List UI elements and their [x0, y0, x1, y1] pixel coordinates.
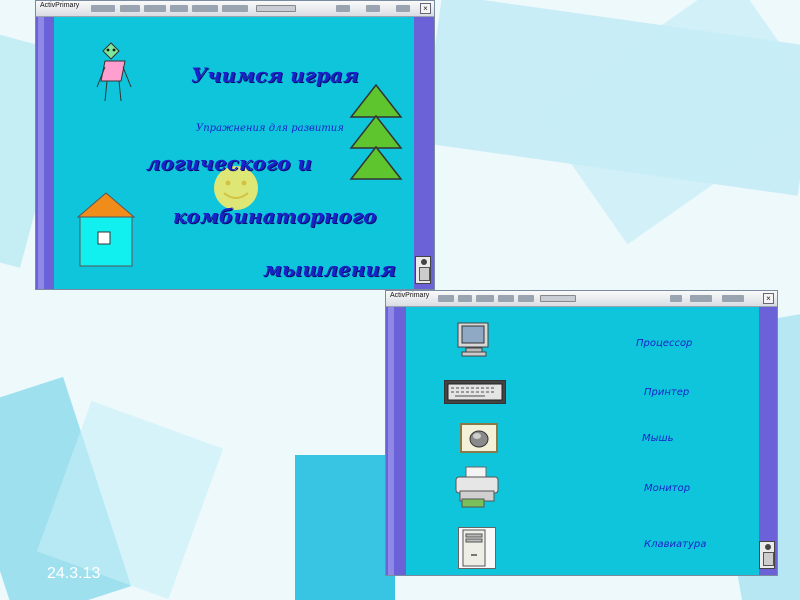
background-shape — [295, 455, 395, 600]
line-combinatorial[interactable]: комбинаторного — [173, 204, 376, 228]
toolbar: ActivPrimary × — [36, 1, 434, 17]
stick-figure-icon[interactable] — [91, 39, 139, 103]
menu-item[interactable] — [498, 295, 514, 302]
menu-item[interactable] — [91, 5, 115, 12]
menu-item[interactable] — [170, 5, 188, 12]
left-panel — [36, 17, 54, 289]
heading-text[interactable]: Учимся играя — [191, 63, 359, 87]
dropdown[interactable] — [256, 5, 296, 12]
monitor-icon[interactable] — [456, 321, 492, 359]
label-keyboard[interactable]: Клавиатура — [644, 539, 706, 550]
triangle-icon[interactable] — [349, 145, 403, 181]
menu-item[interactable] — [222, 5, 248, 12]
line-thinking[interactable]: мышления — [263, 257, 396, 281]
trash-icon[interactable] — [759, 541, 775, 569]
app-title: ActivPrimary — [390, 292, 430, 299]
menu-item[interactable] — [670, 295, 682, 302]
subheading-text[interactable]: Упражнения для развития — [196, 123, 344, 134]
keyboard-icon[interactable] — [444, 380, 506, 404]
menu-item[interactable] — [396, 5, 410, 12]
slide-date: 24.3.13 — [47, 565, 101, 582]
menu-item[interactable] — [120, 5, 140, 12]
menu-item[interactable] — [144, 5, 166, 12]
system-unit-icon[interactable] — [458, 527, 496, 569]
label-printer[interactable]: Принтер — [644, 387, 689, 398]
dropdown[interactable] — [540, 295, 576, 302]
house-icon[interactable] — [76, 191, 138, 269]
menu-item[interactable] — [366, 5, 380, 12]
menu-item[interactable] — [518, 295, 534, 302]
trash-icon[interactable] — [415, 256, 431, 284]
menu-item[interactable] — [438, 295, 454, 302]
label-processor[interactable]: Процессор — [636, 338, 692, 349]
label-mouse[interactable]: Мышь — [642, 433, 674, 444]
label-monitor[interactable]: Монитор — [644, 483, 690, 494]
right-panel — [414, 17, 434, 289]
mouse-icon[interactable] — [460, 423, 498, 453]
close-button[interactable]: × — [763, 293, 774, 304]
close-button[interactable]: × — [420, 3, 431, 14]
top-app-window: ActivPrimary × Учимся играя Упражнения д… — [35, 0, 435, 290]
right-panel — [759, 307, 777, 575]
left-panel — [386, 307, 406, 575]
app-title: ActivPrimary — [40, 2, 80, 9]
menu-item[interactable] — [458, 295, 472, 302]
toolbar: ActivPrimary × — [386, 291, 777, 307]
menu-item[interactable] — [690, 295, 712, 302]
menu-item[interactable] — [336, 5, 350, 12]
menu-item[interactable] — [476, 295, 494, 302]
printer-icon[interactable] — [452, 465, 502, 509]
line-logical[interactable]: логического и — [146, 151, 312, 175]
menu-item[interactable] — [192, 5, 218, 12]
bottom-app-window: ActivPrimary × Процессор Принтер Мышь Мо… — [385, 290, 778, 576]
menu-item[interactable] — [722, 295, 744, 302]
